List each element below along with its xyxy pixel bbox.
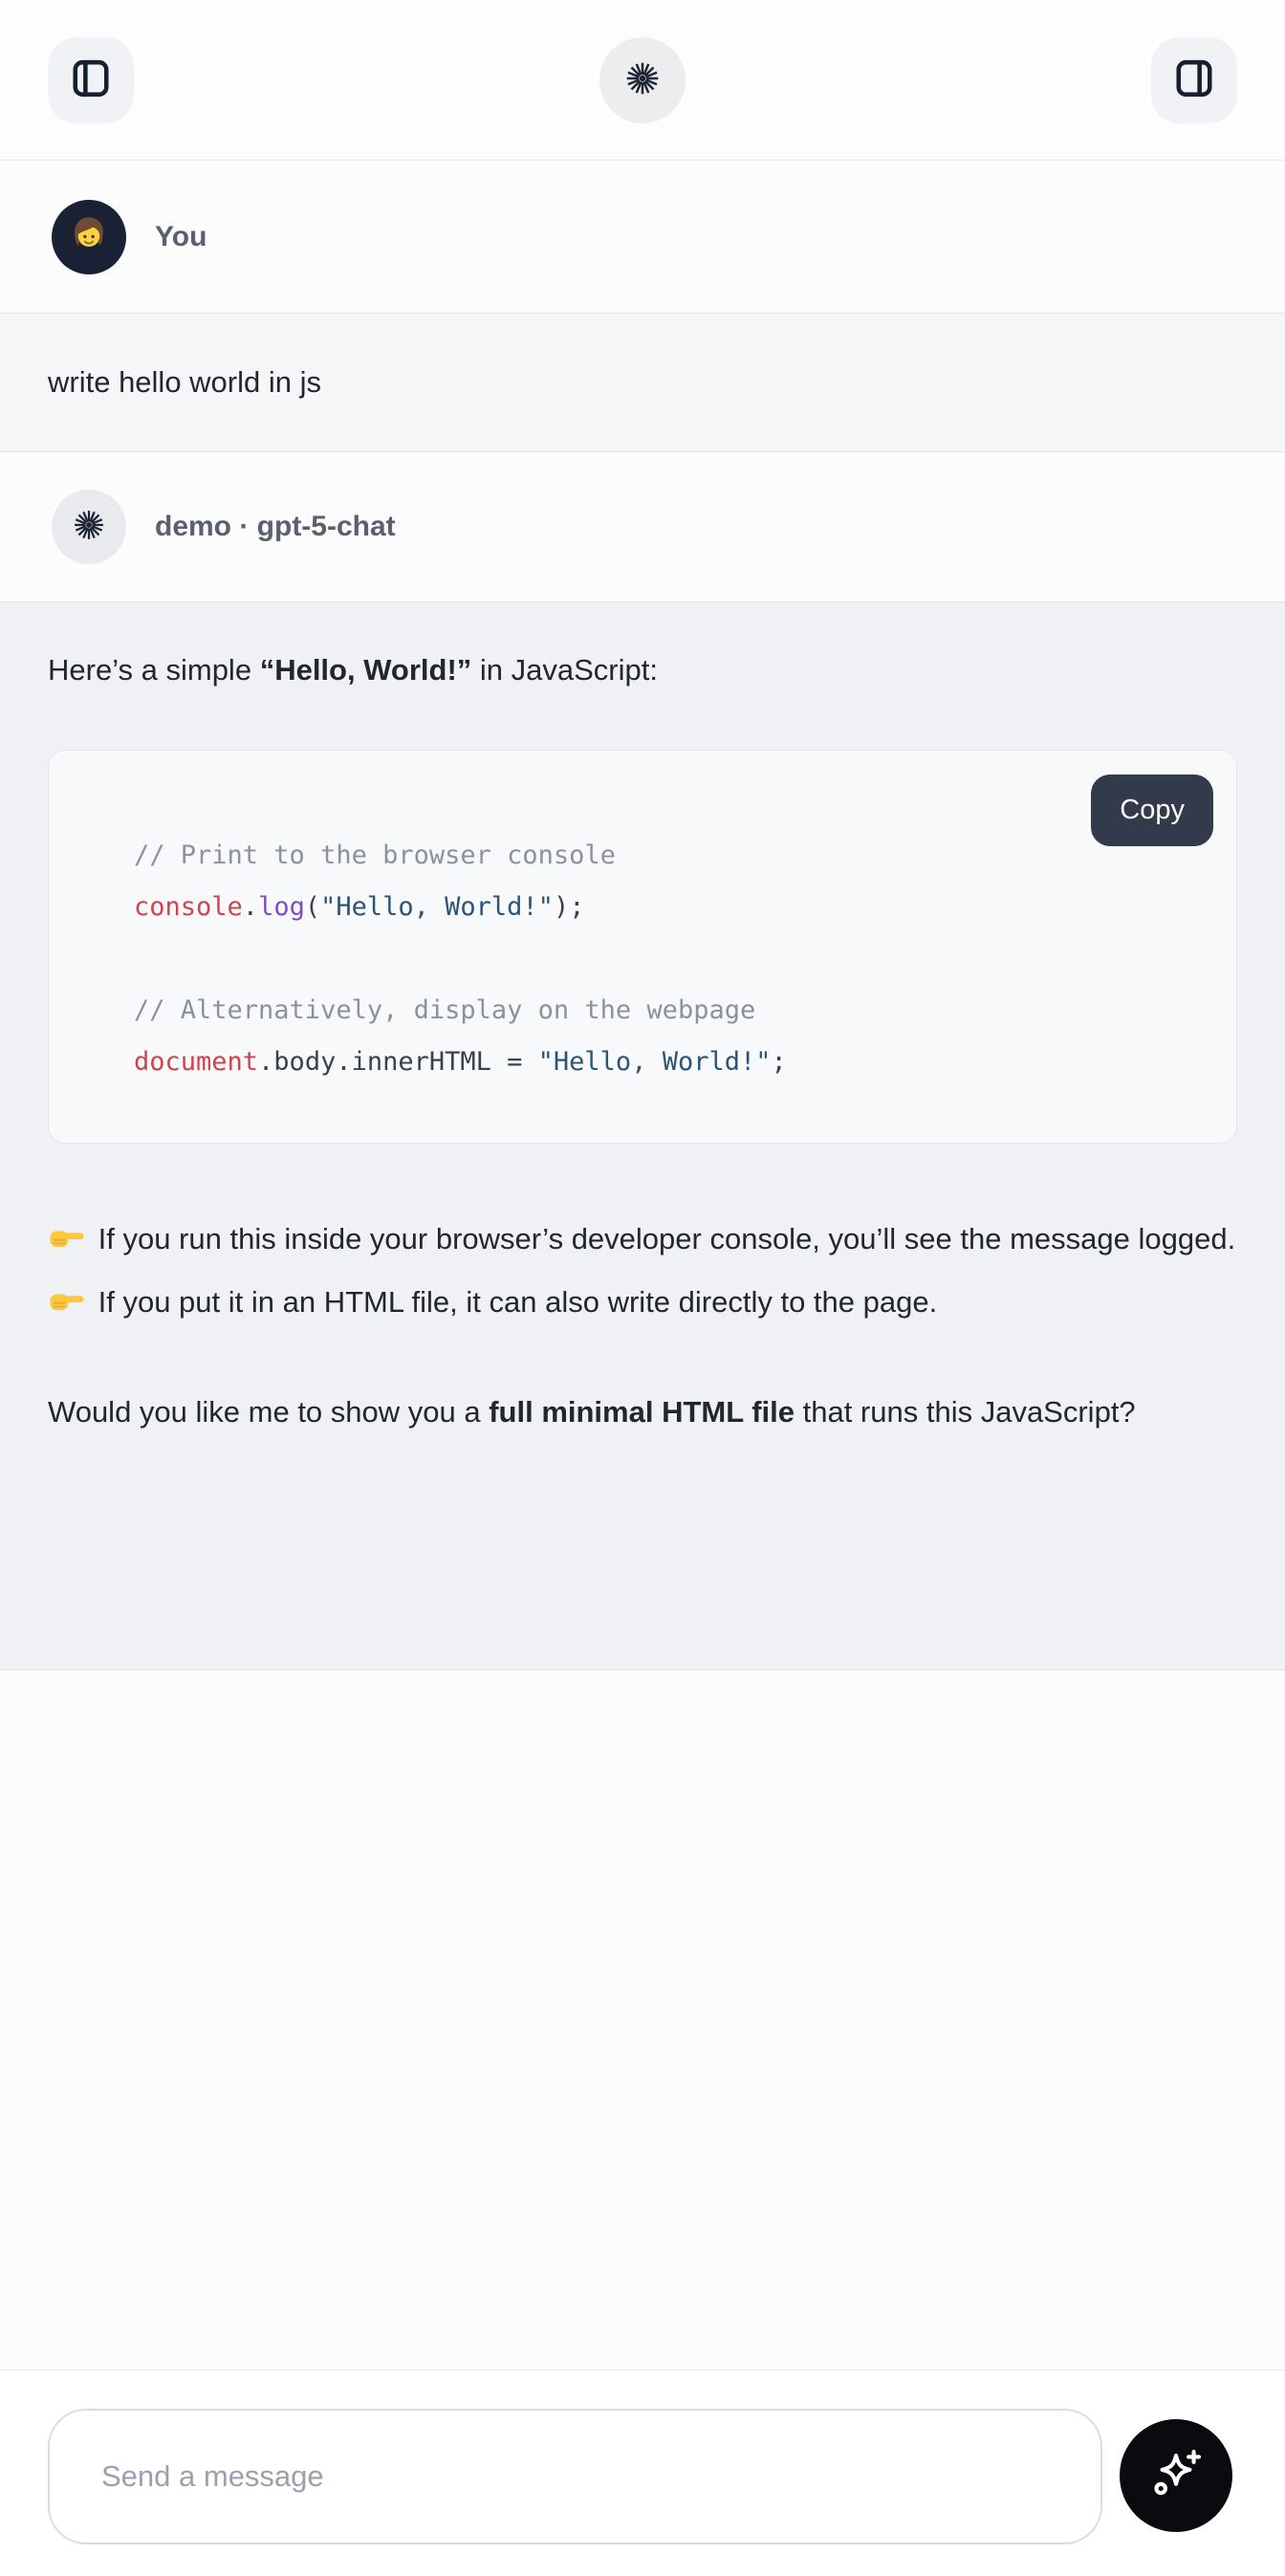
code-token-plain: ); <box>554 892 585 922</box>
code-token-plain: . <box>243 892 258 922</box>
composer-bar <box>0 2369 1285 2576</box>
code-line: // Print to the browser console <box>134 830 1217 882</box>
text-segment: Here’s a simple <box>48 653 260 687</box>
top-bar <box>0 0 1285 161</box>
code-block: Copy // Print to the browser console cons… <box>48 750 1237 1144</box>
code-token-method: log <box>258 892 305 922</box>
model-spinner-button[interactable] <box>599 37 686 123</box>
code-token-comment: // Print to the browser console <box>134 840 616 870</box>
sidebar-left-icon <box>66 54 116 106</box>
code-token-string: "Hello, World!" <box>538 1047 772 1077</box>
user-message-text: write hello world in js <box>48 365 321 400</box>
sparkle-icon <box>1144 2443 1208 2509</box>
code-token-builtin: document <box>134 1047 258 1077</box>
code-content: // Print to the browser console console.l… <box>49 751 1236 1088</box>
assistant-notes-text: If you run this inside your browser’s de… <box>48 1208 1237 1334</box>
assistant-followup-text: Would you like me to show you a full min… <box>48 1381 1237 1444</box>
starburst-spinner-icon <box>621 56 664 103</box>
send-button[interactable] <box>1120 2419 1232 2532</box>
code-line: // Alternatively, display on the webpage <box>134 985 1217 1037</box>
code-line <box>134 933 1217 985</box>
code-token-builtin: console <box>134 892 243 922</box>
code-token-plain: ( <box>305 892 320 922</box>
assistant-message-bubble: Here’s a simple “Hello, World!” in JavaS… <box>0 601 1285 1670</box>
message-input[interactable] <box>48 2409 1102 2544</box>
code-line: console.log("Hello, World!"); <box>134 882 1217 933</box>
user-avatar <box>52 200 126 274</box>
code-line: document.body.innerHTML = "Hello, World!… <box>134 1037 1217 1088</box>
bold-text-segment: “Hello, World!” <box>260 653 472 687</box>
sidebar-left-toggle-button[interactable] <box>48 37 134 123</box>
code-token-plain: ; <box>772 1047 787 1077</box>
text-segment: that runs this JavaScript? <box>795 1395 1136 1429</box>
bold-text-segment: full minimal HTML file <box>489 1395 795 1429</box>
pointing-right-emoji <box>48 1217 86 1255</box>
code-token-plain: .body.innerHTML = <box>258 1047 538 1077</box>
assistant-intro-text: Here’s a simple “Hello, World!” in JavaS… <box>48 602 1237 692</box>
copy-code-button[interactable]: Copy <box>1091 775 1213 846</box>
user-name-label: You <box>155 221 207 253</box>
assistant-avatar <box>52 490 126 564</box>
person-emoji-icon <box>66 212 112 263</box>
starburst-spinner-icon <box>69 505 109 550</box>
user-message-header: You <box>0 162 1285 313</box>
user-message-bubble: write hello world in js <box>0 313 1285 452</box>
assistant-message-header: demo · gpt-5-chat <box>0 452 1285 601</box>
text-segment: If you put it in an HTML file, it can al… <box>90 1285 937 1319</box>
code-token-string: "Hello, World!" <box>320 892 554 922</box>
sidebar-right-toggle-button[interactable] <box>1151 37 1237 123</box>
sidebar-right-icon <box>1169 54 1219 106</box>
text-segment: If you run this inside your browser’s de… <box>90 1222 1235 1255</box>
text-segment: in JavaScript: <box>471 653 658 687</box>
pointing-right-emoji <box>48 1280 86 1319</box>
assistant-name-label: demo · gpt-5-chat <box>155 511 396 543</box>
text-segment: Would you like me to show you a <box>48 1395 489 1429</box>
code-token-comment: // Alternatively, display on the webpage <box>134 995 755 1025</box>
